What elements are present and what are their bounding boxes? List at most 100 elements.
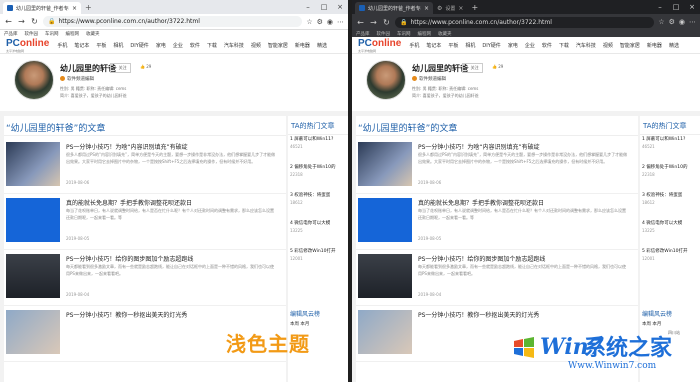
new-tab-icon[interactable]: + bbox=[81, 3, 96, 12]
fav-item[interactable]: 收藏夹 bbox=[438, 31, 452, 37]
nav-item[interactable]: 笔记本 bbox=[426, 42, 441, 49]
article-thumbnail[interactable] bbox=[6, 254, 60, 298]
new-tab-icon[interactable]: + bbox=[467, 3, 482, 12]
hot-article[interactable]: 5 彩信修改Win10打开 12001 bbox=[642, 248, 698, 276]
article-title[interactable]: PS一分钟小技巧！为啥“内容识别填充”有破绽 bbox=[66, 142, 188, 151]
article-thumbnail[interactable] bbox=[6, 142, 60, 186]
fav-item[interactable]: 软件园 bbox=[377, 31, 391, 37]
nav-item[interactable]: DIY硬件 bbox=[130, 42, 148, 49]
follow-button[interactable]: + 关注 bbox=[462, 63, 483, 73]
nav-item[interactable]: 精选 bbox=[317, 42, 327, 49]
nav-item[interactable]: 平板 bbox=[96, 42, 106, 49]
minimize-icon[interactable]: – bbox=[652, 0, 668, 14]
fav-item[interactable]: 车讯网 bbox=[397, 31, 411, 37]
close-window-icon[interactable]: × bbox=[684, 0, 700, 14]
article-title[interactable]: PS一分钟小技巧！教你一秒抠出美天的灯光秀 bbox=[66, 310, 187, 319]
fav-item[interactable]: 收藏夹 bbox=[86, 31, 100, 37]
nav-item[interactable]: 下载 bbox=[559, 42, 569, 49]
close-tab-icon[interactable]: × bbox=[72, 5, 77, 12]
hot-article[interactable]: 2 偏移角处于Win10的 22318 bbox=[290, 164, 346, 192]
editor-ranking-tabs[interactable]: 本周 本月 bbox=[290, 321, 309, 327]
article-thumbnail[interactable] bbox=[358, 254, 412, 298]
article-title[interactable]: PS一分钟小技巧！为啥“内容识别填充”有破绽 bbox=[418, 142, 540, 151]
follow-button[interactable]: + 关注 bbox=[110, 63, 131, 73]
nav-item[interactable]: 手机 bbox=[57, 42, 67, 49]
nav-item[interactable]: 相机 bbox=[465, 42, 475, 49]
article-item[interactable]: 真的能就长免息期？手把手教你调整花呗还款日 每当了花呗账单日，有人说就调整时间给… bbox=[4, 194, 286, 250]
hot-article[interactable]: 1 屏蔽可以和Win11? 46521 bbox=[642, 136, 698, 164]
nav-item[interactable]: 汽车科技 bbox=[576, 42, 596, 49]
nav-item[interactable]: DIY硬件 bbox=[482, 42, 500, 49]
nav-item[interactable]: 笔记本 bbox=[74, 42, 89, 49]
profile-icon[interactable]: ◉ bbox=[327, 18, 333, 26]
close-tab-icon[interactable]: × bbox=[424, 5, 429, 12]
extensions-icon[interactable]: ⚙ bbox=[669, 18, 675, 26]
hot-article[interactable]: 5 彩信修改Win10打开 12001 bbox=[290, 248, 346, 276]
tab-active[interactable]: 幼儿园里的轩爸_作者专栏_太平... × bbox=[3, 2, 81, 14]
maximize-icon[interactable]: □ bbox=[316, 0, 332, 14]
url-input[interactable]: 🔒 https://www.pconline.com.cn/author/372… bbox=[43, 16, 303, 27]
article-item[interactable]: PS一分钟小技巧！给你的图步图加个励志超跑线 每天都能看到很多激励文章，而有一些… bbox=[4, 250, 286, 306]
extensions-icon[interactable]: ⚙ bbox=[317, 18, 323, 26]
nav-item[interactable]: 新电器 bbox=[647, 42, 662, 49]
refresh-icon[interactable]: ↻ bbox=[30, 17, 39, 26]
back-icon[interactable]: ← bbox=[356, 18, 365, 27]
nav-item[interactable]: 汽车科技 bbox=[224, 42, 244, 49]
hot-article[interactable]: 4 微信电你可以大模 13225 bbox=[642, 220, 698, 248]
forward-icon[interactable]: → bbox=[17, 17, 26, 26]
nav-item[interactable]: 视频 bbox=[251, 42, 261, 49]
nav-item[interactable]: 智能家居 bbox=[620, 42, 640, 49]
minimize-icon[interactable]: – bbox=[300, 0, 316, 14]
article-item[interactable]: 真的能就长免息期？手把手教你调整花呗还款日 每当了花呗账单日，有人说就调整时间给… bbox=[356, 194, 638, 250]
pconline-logo[interactable]: PConline 太平洋电脑网 bbox=[6, 38, 49, 53]
nav-item[interactable]: 下载 bbox=[207, 42, 217, 49]
article-title[interactable]: PS一分钟小技巧！给你的图步图加个励志超跑线 bbox=[418, 254, 545, 263]
nav-item[interactable]: 相机 bbox=[113, 42, 123, 49]
nav-item[interactable]: 家电 bbox=[508, 42, 518, 49]
article-thumbnail[interactable] bbox=[6, 310, 60, 354]
hot-article[interactable]: 3 权验神技：将蛋蛋 18612 bbox=[642, 192, 698, 220]
star-icon[interactable]: ☆ bbox=[306, 18, 312, 26]
nav-item[interactable]: 新电器 bbox=[295, 42, 310, 49]
article-item[interactable]: PS一分钟小技巧！为啥“内容识别填充”有破绽 很多人都用过PS的“内容识别填充”… bbox=[4, 138, 286, 194]
close-window-icon[interactable]: × bbox=[332, 0, 348, 14]
fav-item[interactable]: 车讯网 bbox=[45, 31, 59, 37]
article-thumbnail[interactable] bbox=[358, 142, 412, 186]
close-tab-icon[interactable]: × bbox=[458, 5, 463, 12]
maximize-icon[interactable]: □ bbox=[668, 0, 684, 14]
tab-active[interactable]: 幼儿园里的轩爸_作者专栏_太平... × bbox=[355, 2, 433, 14]
hot-article[interactable]: 1 屏蔽可以和Win11? 46521 bbox=[290, 136, 346, 164]
nav-item[interactable]: 精选 bbox=[669, 42, 679, 49]
article-thumbnail[interactable] bbox=[358, 310, 412, 354]
article-item[interactable]: PS一分钟小技巧！给你的图步图加个励志超跑线 每天都能看到很多激励文章，而有一些… bbox=[356, 250, 638, 306]
star-icon[interactable]: ☆ bbox=[658, 18, 664, 26]
nav-item[interactable]: 家电 bbox=[156, 42, 166, 49]
nav-item[interactable]: 软件 bbox=[190, 42, 200, 49]
forward-icon[interactable]: → bbox=[369, 18, 378, 27]
menu-icon[interactable]: ⋯ bbox=[689, 18, 696, 26]
url-input[interactable]: 🔒 https://www.pconline.com.cn/author/372… bbox=[395, 16, 655, 28]
tab-settings[interactable]: ⚙ 设置 × bbox=[433, 2, 467, 14]
fav-item[interactable]: 产品库 bbox=[356, 31, 370, 37]
article-thumbnail[interactable] bbox=[6, 198, 60, 242]
fav-item[interactable]: 产品库 bbox=[4, 31, 18, 37]
article-title[interactable]: 真的能就长免息期？手把手教你调整花呗还款日 bbox=[66, 198, 192, 207]
editor-ranking-tabs[interactable]: 本周 本月 bbox=[642, 321, 661, 327]
pconline-logo[interactable]: PConline 太平洋电脑网 bbox=[358, 38, 401, 53]
nav-item[interactable]: 智能家居 bbox=[268, 42, 288, 49]
fav-item[interactable]: 软件园 bbox=[25, 31, 39, 37]
nav-item[interactable]: 手机 bbox=[409, 42, 419, 49]
fav-item[interactable]: 编程网 bbox=[418, 31, 432, 37]
back-icon[interactable]: ← bbox=[4, 17, 13, 26]
refresh-icon[interactable]: ↻ bbox=[382, 18, 391, 27]
fav-item[interactable]: 编程网 bbox=[66, 31, 80, 37]
article-title[interactable]: 真的能就长免息期？手把手教你调整花呗还款日 bbox=[418, 198, 544, 207]
nav-item[interactable]: 软件 bbox=[542, 42, 552, 49]
hot-article[interactable]: 4 微信电你可以大模 13225 bbox=[290, 220, 346, 248]
article-thumbnail[interactable] bbox=[358, 198, 412, 242]
profile-icon[interactable]: ◉ bbox=[679, 18, 685, 26]
nav-item[interactable]: 平板 bbox=[448, 42, 458, 49]
article-title[interactable]: PS一分钟小技巧！给你的图步图加个励志超跑线 bbox=[66, 254, 193, 263]
menu-icon[interactable]: ⋯ bbox=[337, 18, 344, 26]
hot-article[interactable]: 2 偏移角处于Win10的 22318 bbox=[642, 164, 698, 192]
